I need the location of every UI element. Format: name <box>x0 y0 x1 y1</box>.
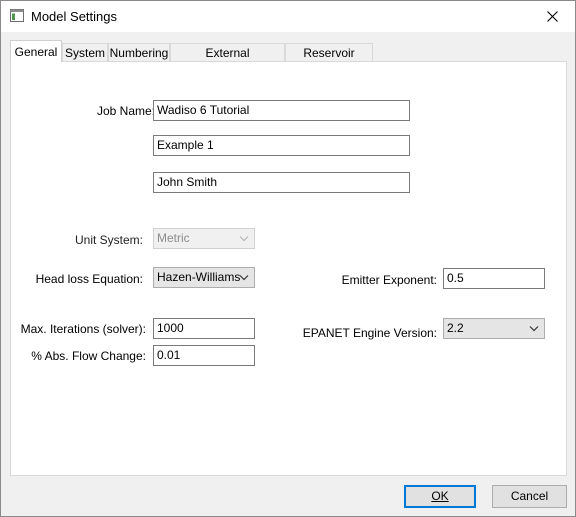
chevron-down-icon <box>529 326 539 332</box>
general-tab-panel: Job Name: Wadiso 6 Tutorial Example 1 Jo… <box>10 61 567 476</box>
job-name-line-2-input[interactable]: Example 1 <box>153 135 410 156</box>
model-settings-dialog: Model Settings General System Numbering … <box>0 0 576 517</box>
ok-button-label: OK <box>431 489 449 503</box>
tab-label: General <box>14 45 58 59</box>
tab-external-connections[interactable]: External Connections <box>170 43 285 78</box>
epanet-engine-version-select[interactable]: 2.2 <box>443 318 545 339</box>
epanet-engine-version-value: 2.2 <box>447 321 464 335</box>
chevron-down-icon <box>239 236 249 242</box>
tab-system[interactable]: System <box>62 43 108 61</box>
unit-system-label: Unit System: <box>74 233 143 247</box>
tab-reservoir-zones[interactable]: Reservoir Zones <box>285 43 373 78</box>
head-loss-equation-label: Head loss Equation: <box>35 272 143 286</box>
tab-general[interactable]: General <box>10 40 62 62</box>
unit-system-value: Metric <box>157 231 190 245</box>
epanet-engine-version-label: EPANET Engine Version: <box>302 326 437 340</box>
title-bar: Model Settings <box>1 1 575 32</box>
flow-change-label: % Abs. Flow Change: <box>31 349 146 363</box>
head-loss-equation-select[interactable]: Hazen-Williams <box>153 267 255 288</box>
window-app-icon <box>10 9 24 22</box>
head-loss-equation-value: Hazen-Williams <box>157 270 241 284</box>
job-name-label: Job Name: <box>96 104 155 118</box>
chevron-down-icon <box>239 275 249 281</box>
close-icon <box>546 11 558 22</box>
job-name-line-1-input[interactable]: Wadiso 6 Tutorial <box>153 100 410 121</box>
unit-system-select: Metric <box>153 228 255 249</box>
close-button[interactable] <box>529 1 575 32</box>
ok-button[interactable]: OK <box>404 485 476 508</box>
emitter-exponent-input[interactable]: 0.5 <box>443 268 545 289</box>
tab-numbering[interactable]: Numbering <box>108 43 170 61</box>
max-iterations-input[interactable]: 1000 <box>153 318 255 339</box>
job-name-line-3-input[interactable]: John Smith <box>153 172 410 193</box>
window-title: Model Settings <box>31 9 117 24</box>
emitter-exponent-label: Emitter Exponent: <box>341 273 437 287</box>
cancel-button-label: Cancel <box>510 489 549 503</box>
tab-label: Numbering <box>109 46 169 60</box>
max-iterations-label: Max. Iterations (solver): <box>20 322 146 336</box>
tab-label: System <box>64 46 105 60</box>
flow-change-input[interactable]: 0.01 <box>153 345 255 366</box>
cancel-button[interactable]: Cancel <box>492 485 567 508</box>
